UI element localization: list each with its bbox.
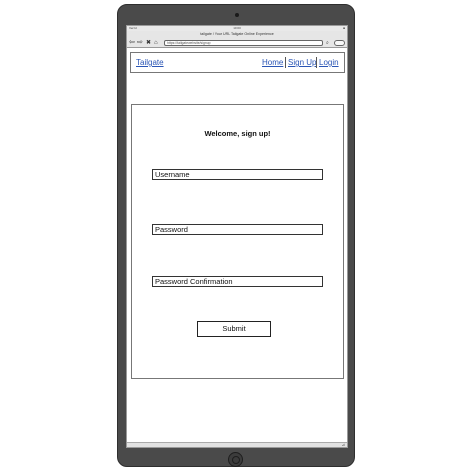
browser-title-bar: tailgate / Your URL Tailgate Online Expe…: [127, 31, 347, 38]
form-title: Welcome, sign up!: [204, 129, 271, 138]
browser-toolbar: ⇦ ⇨ ✖ ⌂ https://tailgatewebsite/signup ⌕: [127, 38, 347, 48]
arrow-right-icon[interactable]: ⇨: [137, 39, 143, 47]
username-input[interactable]: Username: [152, 169, 323, 180]
camera-icon: [235, 13, 239, 17]
nav-link-home[interactable]: Home: [262, 57, 283, 68]
nav-divider: [316, 57, 317, 68]
horizontal-scrollbar[interactable]: ⊿: [127, 442, 347, 447]
address-bar-input[interactable]: https://tailgatewebsite/signup: [164, 40, 323, 46]
search-icon[interactable]: ⌕: [326, 39, 329, 47]
password-input[interactable]: Password: [152, 224, 323, 235]
submit-button[interactable]: Submit: [197, 321, 271, 337]
password-confirmation-input[interactable]: Password Confirmation: [152, 276, 323, 287]
close-icon[interactable]: ✖: [146, 39, 151, 47]
tablet-device-frame: Verzd 10:00 ■ tailgate / Your URL Tailga…: [117, 4, 355, 467]
site-navbar: Tailgate Home Sign Up Login: [130, 52, 345, 73]
browser-menu-icon[interactable]: [334, 40, 345, 46]
home-icon[interactable]: ⌂: [154, 39, 158, 47]
resize-icon: ⊿: [341, 442, 345, 447]
nav-divider: [285, 57, 286, 68]
nav-link-sign-up[interactable]: Sign Up: [288, 57, 316, 68]
signup-form: Welcome, sign up! Username Password Pass…: [131, 104, 344, 379]
nav-link-login[interactable]: Login: [319, 57, 339, 68]
device-screen: Verzd 10:00 ■ tailgate / Your URL Tailga…: [126, 25, 348, 448]
web-page: Tailgate Home Sign Up Login Welcome, sig…: [127, 48, 347, 442]
brand-link[interactable]: Tailgate: [136, 57, 164, 68]
device-home-button[interactable]: [228, 452, 243, 467]
arrow-left-icon[interactable]: ⇦: [129, 39, 135, 47]
